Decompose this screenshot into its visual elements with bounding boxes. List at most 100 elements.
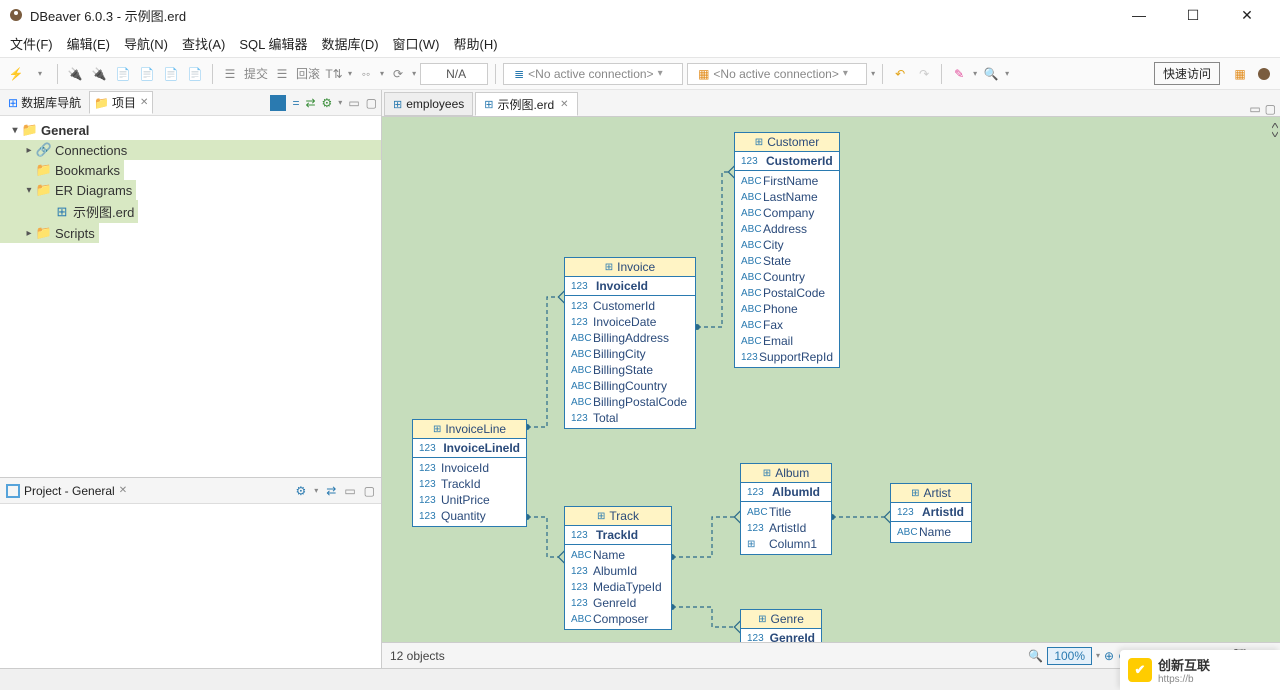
editor-max[interactable]: ▢ (1265, 102, 1276, 116)
entity-column[interactable]: ABCBillingAddress (565, 330, 695, 346)
entity-column[interactable]: 123InvoiceId (413, 460, 526, 476)
entity-invoice[interactable]: ⊞Invoice 123InvoiceId 123CustomerId123In… (564, 257, 696, 429)
entity-column[interactable]: 123SupportRepId (735, 349, 839, 365)
entity-column[interactable]: 123TrackId (413, 476, 526, 492)
perspective-btn[interactable]: ▦ (1230, 64, 1250, 84)
open-sql-btn[interactable]: 📄 (161, 64, 181, 84)
zoom-combo[interactable]: 100% (1047, 647, 1092, 665)
entity-column[interactable]: 123CustomerId (565, 298, 695, 314)
undo-btn[interactable]: ↶ (890, 64, 910, 84)
new-sql-btn[interactable]: 📄 (185, 64, 205, 84)
menu-database[interactable]: 数据库(D) (322, 34, 379, 53)
entity-artist[interactable]: ⊞Artist 123ArtistId ABCName (890, 483, 972, 543)
menu-file[interactable]: 文件(F) (10, 34, 53, 53)
tree-erd-file[interactable]: ⊞ 示例图.erd (0, 200, 138, 223)
proj-tool-min[interactable]: ▭ (344, 484, 355, 498)
tab-db-navigator[interactable]: ⊞ 数据库导航 (4, 92, 85, 113)
erase-btn[interactable]: ✎ (949, 64, 969, 84)
proj-tool-gear[interactable]: ⚙ (295, 484, 306, 498)
erd-canvas[interactable]: ⊞Customer 123CustomerId ABCFirstNameABCL… (382, 116, 1280, 642)
canvas-scrollbar[interactable] (1272, 123, 1278, 137)
disconnect-btn[interactable]: 🔌 (89, 64, 109, 84)
connect-btn[interactable]: 🔌 (65, 64, 85, 84)
menu-window[interactable]: 窗口(W) (393, 34, 440, 53)
entity-column[interactable]: ABCCountry (735, 269, 839, 285)
zoom-in[interactable]: ⊕ (1104, 649, 1114, 663)
redo-btn[interactable]: ↷ (914, 64, 934, 84)
entity-column[interactable]: ABCAddress (735, 221, 839, 237)
nav-tool-2[interactable]: = (292, 96, 299, 110)
entity-column[interactable]: ABCPostalCode (735, 285, 839, 301)
tree-scripts[interactable]: ▸ 📁 Scripts (0, 223, 99, 243)
nav-tool-min[interactable]: ▭ (348, 96, 359, 110)
tree-root[interactable]: ▾ 📁 General (0, 120, 381, 140)
database-combo[interactable]: ▦ <No active connection>▾ (687, 63, 867, 85)
entity-column[interactable]: ABCCompany (735, 205, 839, 221)
entity-column[interactable]: ABCBillingState (565, 362, 695, 378)
sql-editor-btn[interactable]: 📄 (113, 64, 133, 84)
entity-column[interactable]: ABCBillingCity (565, 346, 695, 362)
entity-column[interactable]: ABCState (735, 253, 839, 269)
proj-tool-max[interactable]: ▢ (364, 484, 375, 498)
entity-column[interactable]: 123Quantity (413, 508, 526, 524)
entity-column[interactable]: ⊞Column1 (741, 536, 831, 552)
tab-projects[interactable]: 📁 项目 ✕ (89, 91, 153, 114)
menu-help[interactable]: 帮助(H) (453, 34, 497, 53)
commit-btn[interactable]: ☰ (220, 64, 240, 84)
proj-tool-link[interactable]: ⇄ (326, 484, 336, 498)
menu-edit[interactable]: 编辑(E) (67, 34, 110, 53)
maximize-button[interactable]: ☐ (1176, 3, 1210, 27)
entity-invoiceline[interactable]: ⊞InvoiceLine 123InvoiceLineId 123Invoice… (412, 419, 527, 527)
entity-column[interactable]: ABCEmail (735, 333, 839, 349)
close-button[interactable]: ✕ (1230, 3, 1264, 27)
editor-min[interactable]: ▭ (1249, 102, 1260, 116)
nav-tool-4[interactable]: ⚙ (322, 96, 333, 110)
menu-navigate[interactable]: 导航(N) (124, 34, 168, 53)
erd-search[interactable]: 🔍 (1028, 649, 1043, 663)
recent-sql-btn[interactable]: 📄 (137, 64, 157, 84)
entity-column[interactable]: ABCBillingPostalCode (565, 394, 695, 410)
dbeaver-perspective[interactable] (1254, 64, 1274, 84)
entity-album[interactable]: ⊞Album 123AlbumId ABCTitle123ArtistId⊞Co… (740, 463, 832, 555)
tx-log-btn[interactable]: ◦◦ (356, 64, 376, 84)
tree-er-diagrams[interactable]: ▾ 📁 ER Diagrams (0, 180, 136, 200)
entity-column[interactable]: ABCName (891, 524, 971, 540)
close-tab-erd[interactable]: ✕ (560, 99, 568, 110)
nav-tool-3[interactable]: ⇄ (305, 96, 315, 110)
entity-column[interactable]: 123MediaTypeId (565, 579, 671, 595)
tree-bookmarks[interactable]: 📁 Bookmarks (0, 160, 124, 180)
entity-column[interactable]: 123Total (565, 410, 695, 426)
entity-genre[interactable]: ⊞Genre 123GenreId (740, 609, 822, 642)
entity-column[interactable]: ABCComposer (565, 611, 671, 627)
entity-column[interactable]: 123AlbumId (565, 563, 671, 579)
entity-column[interactable]: ABCCity (735, 237, 839, 253)
datasource-combo[interactable]: ≣ <No active connection>▾ (503, 63, 683, 85)
tab-erd-file[interactable]: ⊞ 示例图.erd ✕ (475, 92, 577, 116)
nav-tool-1[interactable] (270, 95, 286, 111)
auto-btn[interactable]: ⟳ (388, 64, 408, 84)
new-connection-btn[interactable]: ⚡ (6, 64, 26, 84)
entity-column[interactable]: 123InvoiceDate (565, 314, 695, 330)
entity-column[interactable]: ABCLastName (735, 189, 839, 205)
tree-connections[interactable]: ▸ 🔗 Connections (0, 140, 381, 160)
entity-column[interactable]: ABCPhone (735, 301, 839, 317)
quick-access[interactable]: 快速访问 (1154, 62, 1220, 85)
tab-employees[interactable]: ⊞ employees (384, 92, 473, 116)
new-connection-dd[interactable]: ▾ (30, 64, 50, 84)
close-tab-icon[interactable]: ✕ (140, 97, 148, 108)
menu-search[interactable]: 查找(A) (182, 34, 225, 53)
entity-column[interactable]: 123GenreId (565, 595, 671, 611)
entity-column[interactable]: ABCFirstName (735, 173, 839, 189)
minimize-button[interactable]: — (1122, 3, 1156, 27)
entity-track[interactable]: ⊞Track 123TrackId ABCName123AlbumId123Me… (564, 506, 672, 630)
entity-column[interactable]: ABCBillingCountry (565, 378, 695, 394)
transaction-combo[interactable]: N/A (420, 63, 488, 85)
nav-tool-max[interactable]: ▢ (366, 96, 377, 110)
tx-mode-btn[interactable]: T⇅ (324, 64, 344, 84)
entity-column[interactable]: ABCTitle (741, 504, 831, 520)
entity-column[interactable]: ABCFax (735, 317, 839, 333)
rollback-btn[interactable]: ☰ (272, 64, 292, 84)
entity-customer[interactable]: ⊞Customer 123CustomerId ABCFirstNameABCL… (734, 132, 840, 368)
menu-sql-editor[interactable]: SQL 编辑器 (239, 34, 307, 53)
close-project-panel[interactable]: ✕ (119, 485, 127, 496)
